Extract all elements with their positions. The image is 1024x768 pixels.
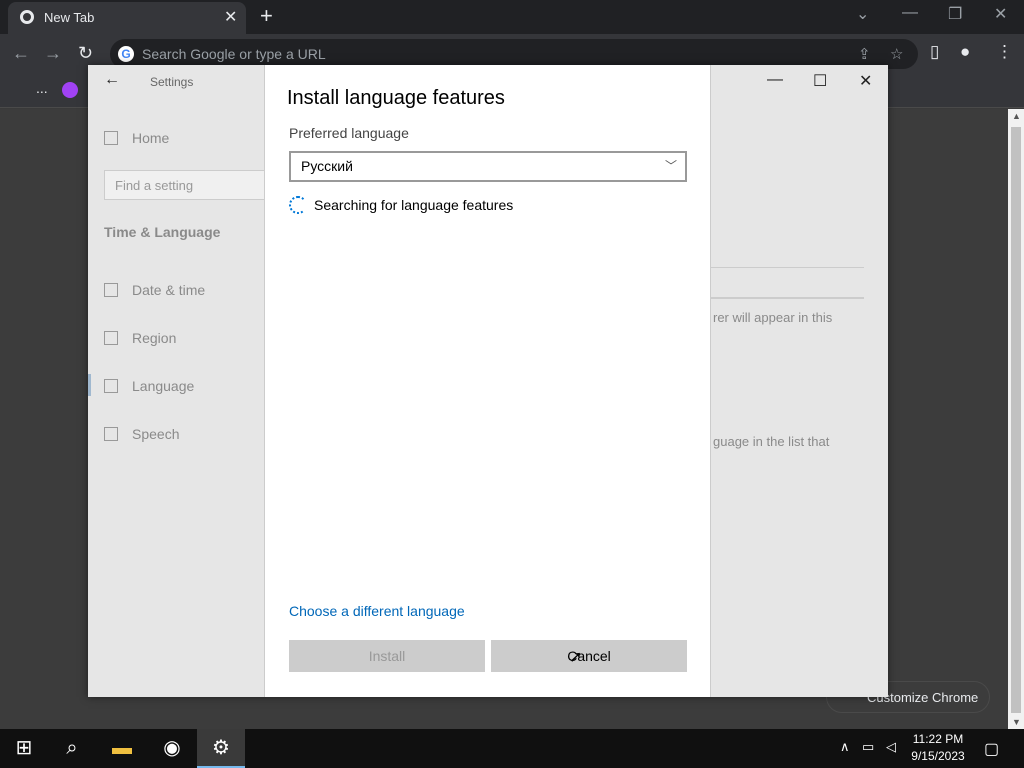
bookmark-star-icon[interactable]: ☆ (890, 45, 903, 63)
tab-close-icon[interactable]: ✕ (224, 7, 237, 27)
close-icon[interactable]: ✕ (994, 4, 1007, 24)
tab-new-tab[interactable]: New Tab ✕ (8, 2, 246, 34)
share-icon[interactable]: ⇪ (858, 45, 871, 63)
side-panel-icon[interactable]: ▯ (930, 42, 939, 62)
new-tab-icon[interactable]: + (260, 3, 273, 29)
profile-icon[interactable]: ● (960, 42, 970, 62)
sidebar-item-label: Region (132, 330, 177, 346)
close-icon[interactable]: ✕ (859, 71, 872, 91)
status-text: Searching for language features (314, 197, 514, 213)
settings-search-input[interactable]: Find a setting (104, 170, 266, 200)
tray-chevron-icon[interactable]: ∧ (840, 739, 850, 755)
settings-back-icon[interactable]: ← (104, 71, 120, 89)
restore-icon[interactable]: ❐ (948, 4, 962, 24)
install-language-dialog: Install language features Preferred lang… (264, 65, 711, 697)
language-icon (104, 379, 118, 393)
minimize-icon[interactable]: — (767, 71, 783, 89)
microphone-icon (104, 427, 118, 441)
sidebar-item-home[interactable]: Home (104, 130, 169, 146)
taskbar: ⊞ ⌕ ▬ ◉ ⚙ ∧ ▭ ◁ 11:22 PM 9/15/2023 ▢ (0, 729, 1024, 768)
clock[interactable]: 11:22 PM 9/15/2023 (908, 731, 968, 765)
settings-gear-icon[interactable]: ⚙ (197, 729, 245, 768)
calendar-clock-icon (104, 283, 118, 297)
choose-different-language-link[interactable]: Choose a different language (289, 603, 465, 619)
home-icon (104, 131, 118, 145)
clock-time: 11:22 PM (912, 732, 964, 746)
tab-search-icon[interactable]: ⌄ (856, 4, 869, 24)
mouse-cursor-icon: ➚ (569, 649, 583, 666)
menu-icon[interactable]: ⋮ (996, 42, 1013, 62)
notifications-icon[interactable]: ▢ (984, 739, 999, 759)
reload-icon[interactable]: ↻ (78, 43, 93, 64)
bookmark-favicon-icon[interactable] (62, 82, 78, 98)
forward-icon[interactable]: → (44, 43, 62, 64)
network-icon[interactable]: ▭ (862, 739, 874, 755)
dialog-title: Install language features (287, 87, 505, 109)
selected-language: Русский (301, 158, 353, 174)
maximize-icon[interactable]: ☐ (813, 71, 827, 91)
chevron-down-icon: ﹀ (664, 159, 677, 173)
file-explorer-icon[interactable]: ▬ (98, 729, 146, 768)
settings-sidebar: ← Settings Home Find a setting Time & La… (88, 65, 266, 697)
section-heading: Time & Language (104, 224, 221, 240)
sidebar-item-label: Home (132, 130, 170, 146)
settings-window: ← Settings Home Find a setting Time & La… (88, 65, 888, 697)
minimize-icon[interactable]: — (902, 4, 918, 22)
search-placeholder: Find a setting (115, 178, 194, 193)
sidebar-item-language[interactable]: Language (104, 378, 194, 394)
chrome-icon[interactable]: ◉ (148, 729, 196, 768)
scroll-down-icon[interactable]: ▼ (1012, 717, 1021, 727)
background-text: guage in the list that (713, 434, 830, 449)
google-icon: G (118, 46, 134, 62)
selected-indicator (88, 374, 91, 396)
sidebar-item-speech[interactable]: Speech (104, 426, 179, 442)
sidebar-item-region[interactable]: Region (104, 330, 176, 346)
sidebar-item-label: Language (132, 378, 195, 394)
omnibox-placeholder: Search Google or type a URL (142, 46, 326, 62)
sidebar-item-date-time[interactable]: Date & time (104, 282, 205, 298)
settings-main-background: — ☐ ✕ rer will appear in this guage in t… (711, 65, 888, 697)
preferred-language-select[interactable]: Русский ﹀ (289, 151, 687, 182)
sidebar-item-label: Speech (132, 426, 180, 442)
install-button[interactable]: Install (289, 640, 485, 672)
back-icon[interactable]: ← (12, 43, 30, 64)
clock-date: 9/15/2023 (911, 749, 965, 763)
cancel-button[interactable]: Cancel (491, 640, 687, 672)
volume-muted-icon[interactable]: ◁ (886, 739, 896, 755)
start-icon[interactable]: ⊞ (0, 729, 48, 768)
chrome-titlebar: New Tab ✕ + ⌄ — ❐ ✕ (0, 0, 1024, 34)
sidebar-item-label: Date & time (132, 282, 206, 298)
globe-icon (104, 331, 118, 345)
background-text: rer will appear in this (713, 310, 833, 325)
bookmarks-overflow[interactable]: ... (36, 80, 48, 96)
settings-title: Settings (150, 75, 194, 89)
scroll-up-icon[interactable]: ▲ (1012, 111, 1021, 121)
scroll-thumb[interactable] (1011, 127, 1021, 713)
chrome-favicon-icon (20, 10, 34, 24)
preferred-language-label: Preferred language (289, 125, 409, 141)
tab-title: New Tab (44, 10, 95, 25)
background-dropdown (711, 267, 864, 299)
loading-spinner-icon (289, 196, 307, 214)
scrollbar[interactable]: ▲ ▼ (1008, 109, 1024, 729)
search-icon[interactable]: ⌕ (48, 729, 96, 768)
